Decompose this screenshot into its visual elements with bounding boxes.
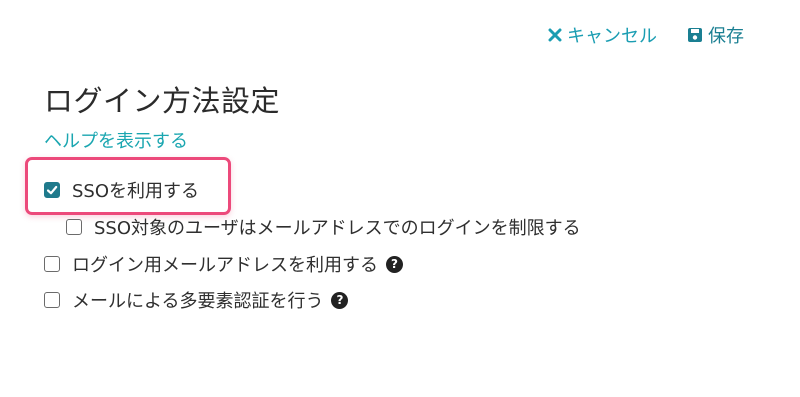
cancel-button[interactable]: キャンセル bbox=[548, 22, 657, 48]
toolbar: キャンセル 保存 bbox=[548, 22, 744, 48]
login-email-option[interactable]: ログイン用メールアドレスを利用する ? bbox=[44, 251, 403, 277]
restrict-email-login-checkbox[interactable] bbox=[66, 219, 82, 235]
close-icon bbox=[548, 28, 562, 42]
restrict-email-login-option[interactable]: SSO対象のユーザはメールアドレスでのログインを制限する bbox=[66, 214, 581, 240]
use-sso-option[interactable]: SSOを利用する bbox=[44, 177, 199, 203]
restrict-email-login-label: SSO対象のユーザはメールアドレスでのログインを制限する bbox=[94, 218, 581, 239]
cancel-label: キャンセル bbox=[567, 26, 657, 47]
save-button[interactable]: 保存 bbox=[687, 22, 744, 48]
login-method-settings-page: キャンセル 保存 ログイン方法設定 ヘルプを表示する SSOを利用する SSO対… bbox=[0, 0, 800, 397]
question-circle-icon[interactable]: ? bbox=[331, 291, 349, 309]
use-sso-label: SSOを利用する bbox=[72, 181, 200, 202]
email-mfa-label: メールによる多要素認証を行う bbox=[72, 291, 324, 312]
use-sso-checkbox[interactable] bbox=[44, 182, 60, 198]
page-title: ログイン方法設定 bbox=[44, 84, 281, 118]
email-mfa-option[interactable]: メールによる多要素認証を行う ? bbox=[44, 287, 349, 313]
save-icon bbox=[687, 27, 703, 43]
save-label: 保存 bbox=[708, 26, 744, 47]
email-mfa-checkbox[interactable] bbox=[44, 292, 60, 308]
question-circle-icon[interactable]: ? bbox=[386, 255, 403, 273]
help-link[interactable]: ヘルプを表示する bbox=[44, 127, 188, 153]
login-email-checkbox[interactable] bbox=[44, 256, 60, 272]
login-email-label: ログイン用メールアドレスを利用する bbox=[72, 255, 378, 276]
